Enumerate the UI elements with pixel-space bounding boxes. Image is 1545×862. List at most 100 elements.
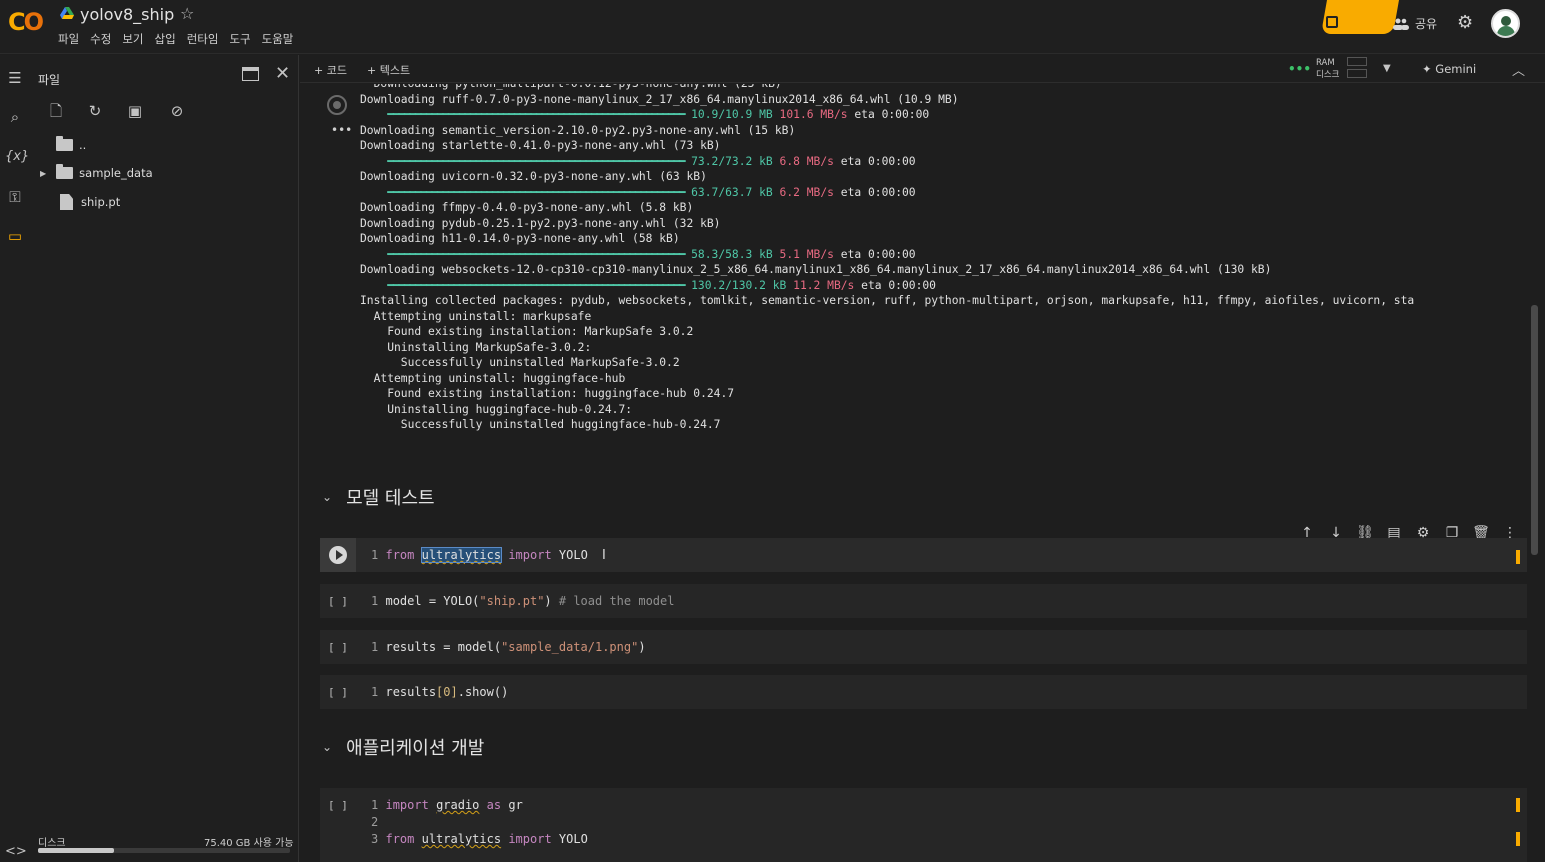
menu-runtime[interactable]: 런타임 xyxy=(187,31,219,47)
line-number: 1 xyxy=(371,594,379,608)
output-line: Attempting uninstall: markupsafe xyxy=(360,309,592,323)
search-icon[interactable]: ⌕ xyxy=(5,107,25,127)
disk-label: 디스크 xyxy=(38,838,66,849)
mount-drive-icon[interactable]: ▣ xyxy=(125,101,145,121)
output-line: Downloading ruff-0.7.0-py3-none-manylinu… xyxy=(360,92,959,106)
menu-edit[interactable]: 수정 xyxy=(90,31,111,47)
chevron-down-icon[interactable]: ▼ xyxy=(1383,63,1391,74)
code-cell[interactable]: [ ] 1 results = model("sample_data/1.png… xyxy=(320,630,1527,664)
section-app-dev[interactable]: ⌄ 애플리케이션 개발 xyxy=(322,734,484,760)
progress-rate: 5.1 MB/s xyxy=(779,247,834,261)
index-literal: [0] xyxy=(436,685,458,699)
code-text: results xyxy=(385,685,437,699)
chevron-up-icon[interactable]: ︿ xyxy=(1512,60,1525,79)
output-menu-icon[interactable]: ••• xyxy=(331,123,352,137)
code-cell-active[interactable]: 1 from ultralytics import YOLO xyxy=(320,538,1527,572)
output-line: ━━━━━━━━━━━━━━━━━━━━━━━━━━━━━━━━━━━━━━━━… xyxy=(360,247,1526,263)
files-panel: 파일 ✕ 🗋 ↻ ▣ ⊘ .. ▶ sample_data ship.pt 디스… xyxy=(30,55,299,862)
tree-item-sample-data[interactable]: ▶ sample_data xyxy=(40,163,153,183)
upload-file-icon[interactable]: 🗋 xyxy=(46,101,66,121)
string-literal: "ship.pt" xyxy=(479,594,545,608)
variables-icon[interactable]: {x} xyxy=(5,147,29,167)
hide-files-icon[interactable]: ⊘ xyxy=(167,101,187,121)
tree-item-parent[interactable]: .. xyxy=(56,135,86,155)
colab-logo[interactable]: CO xyxy=(8,8,44,36)
keyword: import xyxy=(508,832,552,846)
close-icon[interactable]: ✕ xyxy=(275,63,290,84)
keyword: as xyxy=(486,798,502,812)
code-line[interactable]: 1 import gradio as gr xyxy=(371,798,523,812)
add-code-button[interactable]: + 코드 xyxy=(314,62,347,78)
code-line[interactable]: 1 model = YOLO("ship.pt") # load the mod… xyxy=(371,594,674,608)
open-in-window-icon[interactable] xyxy=(242,67,259,81)
progress-bar: ━━━━━━━━━━━━━━━━━━━━━━━━━━━━━━━━━━━━━━━━… xyxy=(387,108,685,121)
key-icon[interactable]: ⚿ xyxy=(5,187,25,207)
resource-monitor[interactable]: RAM 디스크 xyxy=(1316,57,1339,81)
output-line: Downloading pydub-0.25.1-py2.py3-none-an… xyxy=(360,216,721,230)
line-number: 3 xyxy=(371,832,379,846)
progress-eta: eta 0:00:00 xyxy=(840,154,916,168)
code-cell[interactable]: [ ] 1 results[0].show() xyxy=(320,675,1527,709)
output-line: Downloading python_multipart-0.0.12-py3-… xyxy=(360,84,1526,92)
output-line: Found existing installation: huggingface… xyxy=(360,387,735,400)
scrollbar[interactable] xyxy=(1531,305,1538,555)
disk-usage-bar xyxy=(38,848,290,853)
code-line[interactable]: 2 xyxy=(371,815,378,829)
refresh-icon[interactable]: ↻ xyxy=(85,101,105,121)
code-text: ) xyxy=(638,640,646,654)
chevron-right-icon[interactable]: ▶ xyxy=(40,169,46,178)
gemini-label: Gemini xyxy=(1435,62,1477,76)
run-cell-button[interactable]: [ ] xyxy=(328,595,348,608)
tree-item-ship-pt[interactable]: ship.pt xyxy=(60,192,120,212)
output-line: Downloading uvicorn-0.32.0-py3-none-any.… xyxy=(360,170,707,183)
comment-text: # load the model xyxy=(558,594,675,608)
chevron-down-icon[interactable]: ⌄ xyxy=(322,490,332,504)
output-line: Downloading h11-0.14.0-py3-none-any.whl … xyxy=(360,232,680,245)
notebook-title[interactable]: yolov8_ship xyxy=(80,5,174,24)
gemini-button[interactable]: ✦ Gemini xyxy=(1422,62,1476,76)
output-line: Downloading starlette-0.41.0-py3-none-an… xyxy=(360,139,721,152)
code-line[interactable]: 3 from ultralytics import YOLO xyxy=(371,832,588,846)
run-cell-button[interactable]: [ ] xyxy=(328,799,348,812)
folder-icon xyxy=(56,164,74,179)
code-snippets-icon[interactable]: <> xyxy=(5,844,27,859)
table-of-contents-icon[interactable]: ☰ xyxy=(5,68,25,88)
run-cell-button[interactable]: [ ] xyxy=(328,641,348,654)
code-cell[interactable]: [ ] 1 import gradio as gr 2 3 from ultra… xyxy=(320,788,1527,862)
progress-eta: eta 0:00:00 xyxy=(854,108,930,121)
comment-icon[interactable] xyxy=(1326,16,1338,28)
folder-icon[interactable]: ▭ xyxy=(5,226,25,246)
panel-title: 파일 xyxy=(38,73,61,87)
code-cell[interactable]: [ ] 1 model = YOLO("ship.pt") # load the… xyxy=(320,584,1527,618)
menu-insert[interactable]: 삽입 xyxy=(155,31,176,47)
cell-output: Downloading python_multipart-0.0.12-py3-… xyxy=(360,84,1526,469)
line-number: 1 xyxy=(371,798,379,812)
code-line[interactable]: 1 results[0].show() xyxy=(371,685,508,699)
progress-done: 73.2/73.2 kB xyxy=(691,154,773,168)
run-cell-button[interactable] xyxy=(320,538,356,572)
progress-done: 10.9/10.9 MB xyxy=(691,108,773,121)
share-button[interactable]: 공유 xyxy=(1393,15,1437,32)
menu-help[interactable]: 도움말 xyxy=(262,31,294,47)
progress-rate: 11.2 MB/s xyxy=(793,278,855,292)
progress-eta: eta 0:00:00 xyxy=(840,185,916,199)
menu-file[interactable]: 파일 xyxy=(58,31,79,47)
add-text-button[interactable]: + 텍스트 xyxy=(367,62,410,78)
cell-status-icon[interactable] xyxy=(327,95,347,115)
output-line: Downloading semantic_version-2.10.0-py2.… xyxy=(360,123,796,137)
star-icon[interactable]: ☆ xyxy=(180,4,194,23)
settings-gear-icon[interactable]: ⚙ xyxy=(1457,12,1473,33)
keyword: import xyxy=(508,548,552,562)
module-name: gradio xyxy=(436,798,480,812)
menu-tools[interactable]: 도구 xyxy=(229,31,250,47)
avatar[interactable] xyxy=(1491,9,1520,38)
code-line[interactable]: 1 results = model("sample_data/1.png") xyxy=(371,640,646,654)
run-cell-button[interactable]: [ ] xyxy=(328,686,348,699)
runtime-status-icon[interactable]: ••• xyxy=(1288,62,1311,76)
code-line[interactable]: 1 from ultralytics import YOLO xyxy=(371,547,588,563)
menu-view[interactable]: 보기 xyxy=(122,31,143,47)
chevron-down-icon[interactable]: ⌄ xyxy=(322,740,332,754)
section-model-test[interactable]: ⌄ 모델 테스트 xyxy=(322,484,435,510)
code-text: ) xyxy=(544,594,559,608)
